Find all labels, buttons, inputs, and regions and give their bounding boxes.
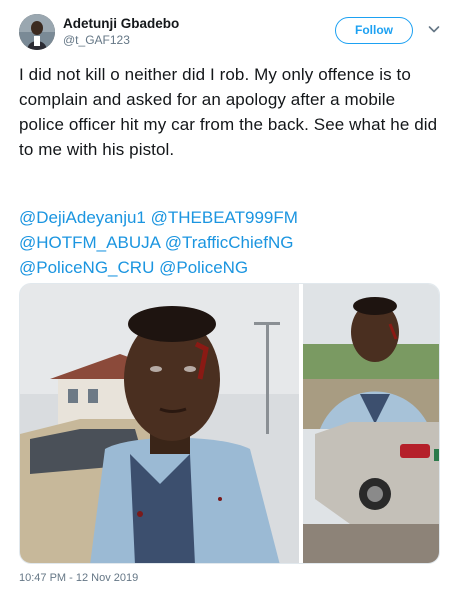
tweet-header: Adetunji Gbadebo @t_GAF123 Follow	[19, 14, 444, 54]
photo-2[interactable]	[303, 284, 440, 564]
mention-link[interactable]: @THEBEAT999FM	[151, 208, 298, 227]
chevron-down-icon[interactable]	[427, 22, 441, 36]
display-name[interactable]: Adetunji Gbadebo	[63, 15, 179, 32]
user-handle[interactable]: @t_GAF123	[63, 32, 179, 48]
tweet-media[interactable]	[19, 283, 440, 564]
photo-1[interactable]	[20, 284, 299, 564]
mention-link[interactable]: @PoliceNG_CRU	[19, 258, 154, 277]
follow-button[interactable]: Follow	[335, 17, 413, 44]
mention-link[interactable]: @HOTFM_ABUJA	[19, 233, 160, 252]
mention-link[interactable]: @PoliceNG	[159, 258, 248, 277]
tweet-text: I did not kill o neither did I rob. My o…	[19, 65, 438, 159]
tweet-timestamp[interactable]: 10:47 PM - 12 Nov 2019	[19, 572, 138, 584]
mention-link[interactable]: @DejiAdeyanju1	[19, 208, 146, 227]
user-names[interactable]: Adetunji Gbadebo @t_GAF123	[63, 15, 179, 48]
mention-link[interactable]: @TrafficChiefNG	[165, 233, 294, 252]
tweet-mentions: @DejiAdeyanju1 @THEBEAT999FM @HOTFM_ABUJ…	[19, 205, 444, 280]
tweet-card: Adetunji Gbadebo @t_GAF123 Follow I did …	[0, 0, 459, 598]
avatar[interactable]	[19, 14, 55, 50]
